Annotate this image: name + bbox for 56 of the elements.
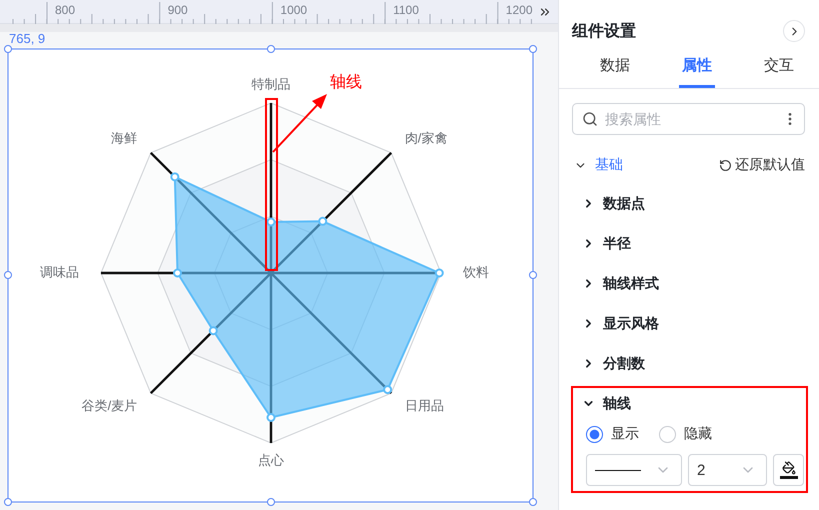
resize-handle[interactable] [529,271,537,279]
undo-icon [719,158,732,172]
section-header[interactable]: 分割数 [573,348,645,379]
data-point [383,385,392,394]
radio-button[interactable] [659,426,676,442]
radio-label: 隐藏 [684,425,712,443]
axis-label: 谷类/麦片 [82,398,138,414]
ruler-label: 800 [55,3,76,17]
axis-label: 调味品 [40,264,79,280]
axis-label: 饮料 [463,264,489,280]
data-point [434,268,444,278]
radio-label: 显示 [611,425,639,443]
section-header[interactable]: 半径 [573,228,631,259]
axis-label: 特制品 [252,76,290,92]
color-swatch [780,476,798,479]
resize-handle[interactable] [4,45,12,53]
ruler-label: 1200 [506,3,532,17]
radio-button[interactable] [586,426,603,442]
resize-handle[interactable] [529,498,537,506]
section-header[interactable]: 数据点 [573,188,645,219]
group-header[interactable]: 基础 [574,156,623,174]
reset-button[interactable]: 还原默认值 [719,156,805,174]
resize-handle[interactable] [4,271,12,279]
data-point [266,218,276,226]
data-point [318,216,328,226]
axis-label: 海鲜 [111,130,138,146]
resize-handle[interactable] [267,498,275,506]
ruler-label: 1000 [280,3,308,17]
tab[interactable]: 交互 [761,50,797,88]
resize-handle[interactable] [267,45,275,53]
paint-bucket-icon [782,461,796,475]
tab[interactable]: 属性 [679,50,715,88]
section-header[interactable]: 轴线 [573,388,631,419]
resize-handle[interactable] [4,498,12,506]
section-header[interactable]: 轴线样式 [573,268,659,299]
section-header[interactable]: 显示风格 [573,308,659,339]
ruler-label: 900 [168,3,188,17]
color-button[interactable] [773,454,804,486]
collapse-button[interactable] [783,20,805,42]
data-point [173,268,182,278]
data-point [170,172,180,182]
axis-label: 点心 [258,452,284,468]
ruler-label: 1100 [393,3,419,17]
annotation-label: 轴线 [330,74,362,91]
width-select[interactable]: 2 [688,454,767,486]
panel-title: 组件设置 [572,22,636,42]
position-label: 765, 9 [9,32,46,46]
search-icon [582,111,598,127]
pointer-arrow [272,94,327,153]
axis-label: 肉/家禽 [404,130,448,146]
data-point [208,326,218,336]
search-field[interactable]: 搜索属性 [572,103,805,135]
axis-label: 日用品 [404,398,444,414]
resize-handle[interactable] [529,45,537,53]
data-point [266,413,276,422]
tab[interactable]: 数据 [597,50,633,88]
